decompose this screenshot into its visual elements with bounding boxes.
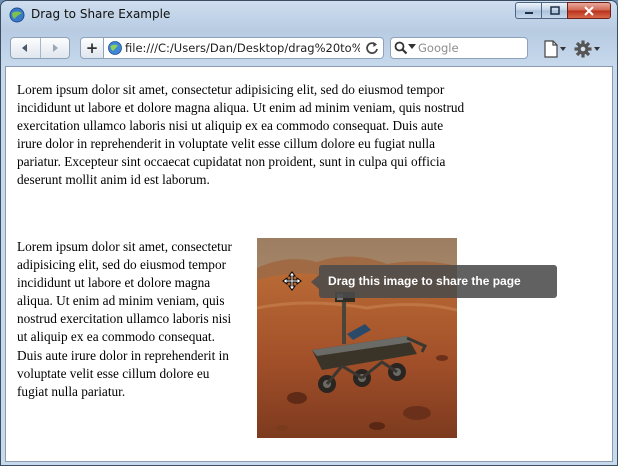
minimize-icon (524, 11, 533, 14)
move-cursor-icon (282, 271, 302, 291)
title-bar[interactable]: Drag to Share Example (1, 1, 617, 29)
gear-icon[interactable] (573, 39, 601, 59)
back-arrow-icon (22, 44, 28, 52)
maximize-button[interactable] (541, 2, 567, 19)
close-icon (584, 5, 594, 16)
browser-app-icon (9, 7, 25, 23)
tooltip-text: Drag this image to share the page (319, 265, 557, 298)
page-content: Lorem ipsum dolor sit amet, consectetur … (5, 66, 613, 462)
page-menu-icon[interactable] (542, 40, 568, 58)
globe-icon (108, 41, 122, 55)
address-bar[interactable]: file:///C:/Users/Dan/Desktop/drag%20to%2… (104, 37, 384, 59)
tooltip-arrow (311, 275, 319, 289)
paragraph-1: Lorem ipsum dolor sit amet, consectetur … (17, 82, 465, 188)
search-icon (394, 41, 408, 55)
reload-icon[interactable] (365, 40, 379, 56)
back-forward-group (10, 37, 70, 59)
search-engine-dropdown-icon[interactable] (408, 44, 416, 50)
browser-window: Drag to Share Example + file:///C:/Users… (0, 0, 618, 466)
paragraph-2: Lorem ipsum dolor sit amet, consectetur … (17, 239, 232, 399)
url-text[interactable]: file:///C:/Users/Dan/Desktop/drag%20to%2… (125, 41, 360, 55)
forward-arrow-icon (52, 44, 58, 52)
search-input[interactable] (418, 39, 518, 57)
forward-button[interactable] (41, 38, 70, 58)
back-button[interactable] (11, 38, 41, 58)
caption-buttons (515, 2, 611, 19)
window-title: Drag to Share Example (31, 7, 171, 21)
new-tab-button[interactable]: + (80, 37, 104, 59)
search-box[interactable] (390, 37, 528, 59)
close-button[interactable] (567, 2, 611, 19)
share-tooltip: Drag this image to share the page (311, 265, 557, 298)
maximize-icon (549, 6, 560, 15)
navigation-toolbar: + file:///C:/Users/Dan/Desktop/drag%20to… (1, 31, 617, 65)
minimize-button[interactable] (515, 2, 541, 19)
